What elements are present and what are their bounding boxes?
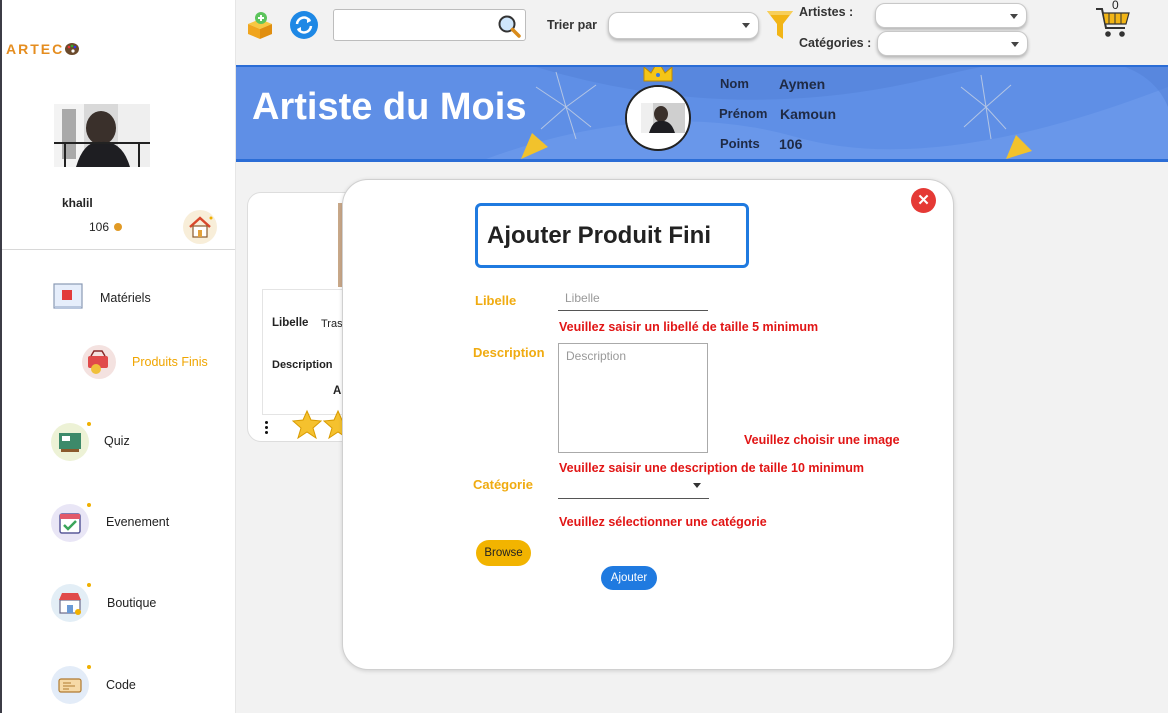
prenom-value: Kamoun — [780, 106, 836, 122]
finished-products-icon — [82, 345, 116, 379]
decoration-dot — [87, 583, 91, 587]
sidebar-item-label: Code — [106, 678, 136, 692]
filter-button[interactable] — [765, 9, 795, 39]
shop-icon — [51, 584, 89, 622]
sidebar-item-label: Boutique — [107, 596, 157, 610]
browse-button[interactable]: Browse — [476, 540, 531, 566]
image-error: Veuillez choisir une image — [744, 433, 900, 447]
username: khalil — [62, 196, 93, 210]
artist-avatar — [625, 85, 691, 151]
libelle-label: Libelle — [475, 293, 517, 308]
user-avatar[interactable] — [54, 104, 150, 167]
close-icon: ✕ — [917, 192, 930, 209]
sidebar-divider — [2, 249, 235, 250]
description-textarea[interactable] — [558, 343, 708, 453]
quiz-icon — [51, 423, 89, 461]
more-options-icon[interactable] — [265, 421, 269, 436]
artists-label: Artistes : — [799, 5, 854, 19]
cart-count: 0 — [1112, 0, 1119, 12]
home-icon — [189, 216, 213, 238]
categories-label: Catégories : — [799, 36, 872, 50]
star-icon — [291, 409, 323, 439]
decoration-dot — [87, 665, 91, 669]
categories-select[interactable] — [877, 31, 1028, 56]
search-input[interactable] — [340, 10, 494, 40]
submit-button[interactable]: Ajouter — [601, 566, 657, 590]
coin-icon — [114, 223, 122, 231]
sidebar: ARTEC khalil 106 Matériels Produits Fini… — [0, 0, 236, 713]
sort-label: Trier par — [547, 18, 598, 32]
add-product-button[interactable] — [245, 10, 275, 40]
card-description-label: Description — [272, 359, 333, 371]
palette-icon — [65, 43, 80, 55]
sidebar-item-label: Matériels — [100, 291, 151, 305]
points-label: Points — [720, 136, 760, 151]
points-value: 106 — [779, 136, 803, 152]
categorie-label: Catégorie — [473, 477, 533, 492]
card-extra-text: A — [333, 385, 342, 397]
search-box — [333, 9, 526, 41]
refresh-icon — [290, 11, 318, 39]
categorie-select[interactable] — [558, 474, 709, 499]
card-libelle-label: Libelle — [272, 317, 309, 329]
crown-icon — [643, 67, 673, 82]
artists-select[interactable] — [875, 3, 1027, 28]
add-product-icon — [248, 12, 272, 39]
user-points: 106 — [89, 220, 110, 234]
prenom-label: Prénom — [719, 106, 768, 121]
chevron-down-icon — [742, 23, 750, 28]
decoration-dot — [87, 503, 91, 507]
sidebar-item-label: Evenement — [106, 515, 170, 529]
chevron-down-icon — [1011, 42, 1019, 47]
home-button[interactable] — [183, 210, 217, 244]
modal-title: Ajouter Produit Fini — [475, 203, 749, 268]
categorie-error: Veuillez sélectionner une catégorie — [559, 515, 767, 529]
close-button[interactable]: ✕ — [911, 188, 936, 213]
sort-select[interactable] — [608, 12, 759, 39]
libelle-input[interactable] — [558, 285, 708, 311]
card-libelle-value: Tras — [321, 318, 343, 330]
sidebar-item-label: Quiz — [104, 434, 130, 448]
decoration-dot — [87, 422, 91, 426]
search-icon[interactable] — [496, 13, 522, 44]
refresh-button[interactable] — [289, 10, 319, 40]
chevron-down-icon — [693, 483, 701, 488]
materials-icon — [51, 280, 85, 314]
code-ticket-icon — [51, 666, 89, 704]
artist-of-month-banner: Artiste du Mois Nom Aymen Prénom Kamoun … — [236, 65, 1168, 162]
filter-funnel-icon — [767, 11, 793, 39]
libelle-error: Veuillez saisir un libellé de taille 5 m… — [559, 320, 819, 334]
app-logo: ARTEC — [6, 41, 80, 57]
description-label: Description — [473, 345, 545, 360]
nom-value: Aymen — [779, 76, 826, 92]
sidebar-item-label: Produits Finis — [132, 355, 208, 369]
description-error: Veuillez saisir une description de taill… — [559, 461, 864, 475]
calendar-icon — [51, 504, 89, 542]
banner-title: Artiste du Mois — [252, 86, 527, 128]
chevron-down-icon — [1010, 14, 1018, 19]
nom-label: Nom — [720, 76, 749, 91]
